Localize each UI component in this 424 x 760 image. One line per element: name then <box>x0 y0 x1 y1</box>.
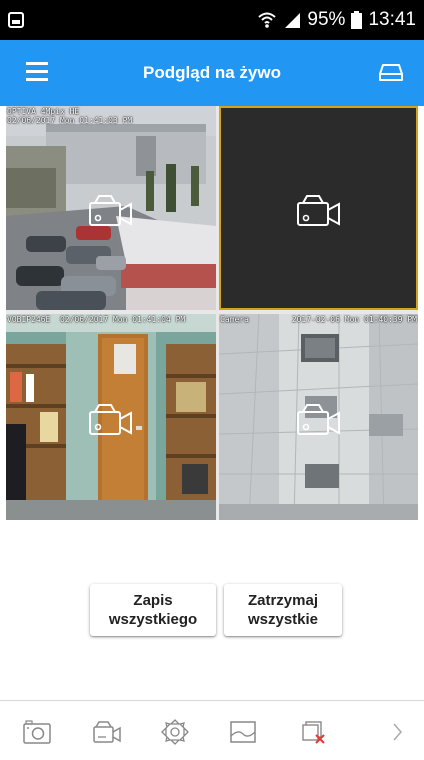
stop-all-button[interactable]: Zatrzymaj wszystkie <box>224 584 342 636</box>
video-camera-icon <box>296 195 340 226</box>
notification-icon <box>8 12 24 28</box>
camera-tile-3[interactable]: VOBIP246E 02/06/2017 Mon 01:41:04 PM <box>6 314 216 520</box>
app-bar: Podgląd na żywo <box>0 40 424 106</box>
camera-name-4: Camera <box>220 315 249 324</box>
camera-timestamp-1: 02/06/2017 Mon 01:41:03 PM <box>7 116 133 125</box>
close-stream-icon[interactable] <box>300 719 330 745</box>
camera-tile-2-selected[interactable] <box>219 106 418 310</box>
video-camera-icon <box>89 195 132 226</box>
camera-tile-4[interactable]: Camera 2017-02-06 Mon 01:40:39 PM <box>219 314 418 520</box>
wifi-icon <box>258 12 277 28</box>
camera-timestamp-4: 2017-02-06 Mon 01:40:39 PM <box>291 315 417 324</box>
hamburger-menu-icon[interactable] <box>26 62 48 82</box>
signal-icon <box>285 13 301 28</box>
page-title: Podgląd na żywo <box>143 63 281 82</box>
camera-grid: OPTIVA 4Mpix HE 02/06/2017 Mon 01:41:03 P… <box>6 106 418 520</box>
record-video-icon[interactable] <box>92 719 122 745</box>
battery-percent: 95% <box>307 9 346 30</box>
video-camera-icon <box>296 404 340 435</box>
snapshot-icon[interactable] <box>22 719 52 745</box>
status-bar: 95% 13:41 <box>0 0 424 40</box>
camera-name-1: OPTIVA 4Mpix HE <box>7 107 80 116</box>
bottom-toolbar <box>0 700 424 760</box>
ptz-control-icon[interactable] <box>160 719 190 745</box>
record-all-button[interactable]: Zapis wszystkiego <box>90 584 216 636</box>
camera-osd-4: Camera 2017-02-06 Mon 01:40:39 PM <box>220 315 417 324</box>
camera-timestamp-3: VOBIP246E 02/06/2017 Mon 01:41:04 PM <box>7 315 186 324</box>
storage-drive-icon[interactable] <box>378 60 404 84</box>
camera-osd-3: VOBIP246E 02/06/2017 Mon 01:41:04 PM <box>7 315 215 324</box>
image-settings-icon[interactable] <box>228 719 258 745</box>
camera-tile-1[interactable]: OPTIVA 4Mpix HE 02/06/2017 Mon 01:41:03 P… <box>6 106 216 310</box>
next-chevron-icon[interactable] <box>382 719 412 745</box>
video-camera-icon <box>89 404 132 435</box>
battery-icon <box>351 11 363 29</box>
clock: 13:41 <box>368 9 416 30</box>
camera-osd-1: OPTIVA 4Mpix HE 02/06/2017 Mon 01:41:03 P… <box>7 107 215 125</box>
